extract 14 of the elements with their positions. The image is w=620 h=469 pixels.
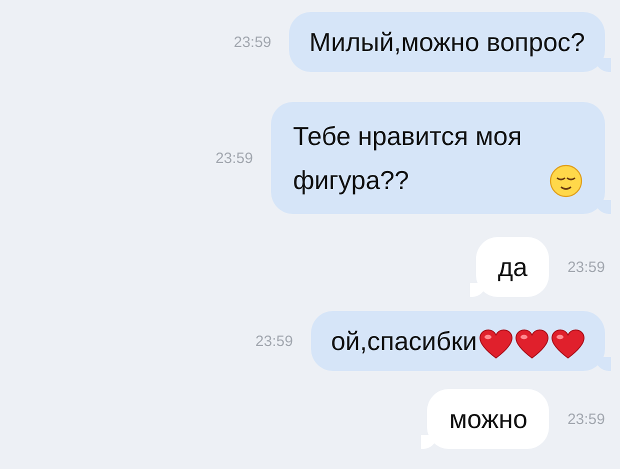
message-time: 23:59 [567,410,605,428]
message-text: Милый,можно вопрос? [309,26,585,59]
message-time: 23:59 [567,258,605,276]
heart-icon [479,329,513,359]
heart-icon [515,329,549,359]
message-text: Тебе нравится моя фигура?? [293,120,523,197]
smiley-icon [549,164,583,198]
message-text: да [498,251,528,284]
message-time: 23:59 [255,332,293,350]
message-time: 23:59 [215,150,253,166]
message-time: 23:59 [234,34,272,50]
message-text: можно [449,403,528,436]
message-text: ой,спасибки [330,325,477,358]
heart-icon [551,329,585,359]
